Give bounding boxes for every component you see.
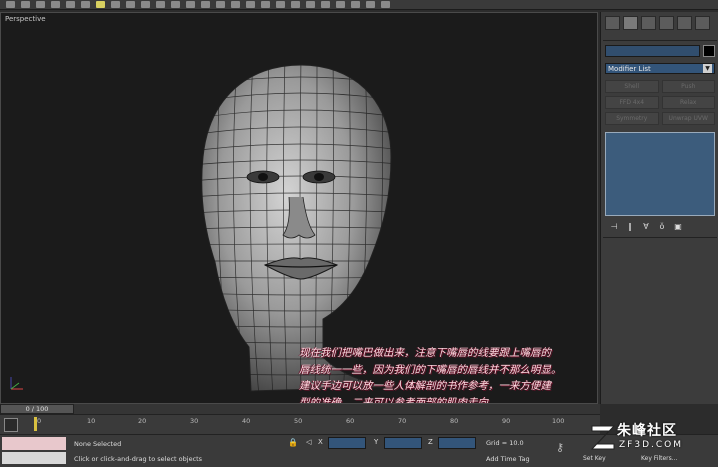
z-label: Z: [428, 438, 433, 446]
grid-size: Grid = 10.0: [486, 439, 524, 447]
watermark-subtitle: ZF3D.COM: [619, 440, 683, 450]
render-frame-icon[interactable]: [366, 1, 375, 8]
tick-label: 60: [346, 417, 355, 425]
site-watermark: 朱峰社区 ZF3D.COM: [587, 420, 718, 460]
y-label: Y: [374, 438, 379, 446]
pivot-icon[interactable]: [201, 1, 210, 8]
bind-icon[interactable]: [66, 1, 75, 8]
select-icon[interactable]: [96, 1, 105, 8]
key-icon[interactable]: ⚷: [556, 441, 564, 454]
tick-label: 0: [37, 417, 42, 425]
motion-tab-icon[interactable]: [659, 16, 674, 30]
select-by-name-icon[interactable]: [111, 1, 120, 8]
schematic-icon[interactable]: [321, 1, 330, 8]
make-unique-icon[interactable]: ∀: [641, 222, 651, 231]
perspective-viewport[interactable]: Perspective 现在我们把嘴巴做出来，注意下嘴唇的线要跟上嘴唇的 唇线统…: [0, 12, 598, 404]
tick-label: 90: [502, 417, 511, 425]
panel-divider: [603, 40, 717, 41]
rectangle-select-icon[interactable]: [126, 1, 135, 8]
percent-snap-icon[interactable]: [246, 1, 255, 8]
watermark-title: 朱峰社区: [617, 423, 677, 439]
curve-editor-icon[interactable]: [306, 1, 315, 8]
annotation-line-2: 唇线统一一些，因为我们的下嘴唇的唇线并不那么明显。: [299, 363, 562, 376]
filter-icon[interactable]: [81, 1, 90, 8]
track-toggle-button[interactable]: [4, 418, 18, 432]
snap-icon[interactable]: [216, 1, 225, 8]
angle-snap-icon[interactable]: [231, 1, 240, 8]
align-icon[interactable]: [276, 1, 285, 8]
track-bar[interactable]: 10 20 30 40 50 60 70 80 90 100 0: [0, 414, 600, 435]
reference-icon[interactable]: [186, 1, 195, 8]
shell-button[interactable]: Shell: [605, 80, 659, 93]
link-icon[interactable]: [36, 1, 45, 8]
redo-icon[interactable]: [21, 1, 30, 8]
tick-label: 80: [450, 417, 459, 425]
modifier-buttons: Shell Push FFD 4x4 Relax Symmetry Unwrap…: [605, 80, 715, 125]
maxscript-input[interactable]: [2, 452, 66, 464]
push-button[interactable]: Push: [661, 80, 715, 93]
prompt-line: Click or click-and-drag to select object…: [74, 455, 203, 463]
render-icon[interactable]: [381, 1, 390, 8]
unwrap-uvw-button[interactable]: Unwrap UVW: [661, 112, 715, 125]
main-toolbar: [0, 0, 718, 10]
lock-icon[interactable]: 🔒: [288, 438, 298, 447]
move-icon[interactable]: [141, 1, 150, 8]
tick-label: 50: [294, 417, 303, 425]
scale-icon[interactable]: [171, 1, 180, 8]
create-tab-icon[interactable]: [605, 16, 620, 30]
pin-stack-icon[interactable]: ⊣: [609, 222, 619, 231]
ffd-button[interactable]: FFD 4x4: [605, 96, 659, 109]
modify-tab-icon[interactable]: [623, 16, 638, 30]
object-name-field[interactable]: [605, 45, 701, 57]
modifier-list-dropdown[interactable]: Modifier List ▼: [605, 63, 715, 74]
x-coordinate-field[interactable]: [328, 437, 366, 449]
tick-label: 20: [138, 417, 147, 425]
remove-modifier-icon[interactable]: ŏ: [657, 222, 667, 231]
tick-label: 70: [398, 417, 407, 425]
configure-sets-icon[interactable]: ▣: [673, 222, 683, 231]
x-label: X: [318, 438, 323, 446]
stack-tools: ⊣ ‖ ∀ ŏ ▣: [609, 222, 713, 231]
utilities-tab-icon[interactable]: [695, 16, 710, 30]
layer-icon[interactable]: [291, 1, 300, 8]
tick-label: 100: [552, 417, 565, 425]
chevron-down-icon[interactable]: ▼: [703, 64, 712, 73]
command-panel: Modifier List ▼ Shell Push FFD 4x4 Relax…: [600, 12, 718, 404]
relax-button[interactable]: Relax: [661, 96, 715, 109]
material-editor-icon[interactable]: [336, 1, 345, 8]
y-coordinate-field[interactable]: [384, 437, 422, 449]
unlink-icon[interactable]: [51, 1, 60, 8]
transform-mode-icon[interactable]: ◁: [306, 438, 311, 446]
show-end-result-icon[interactable]: ‖: [625, 222, 635, 231]
mirror-icon[interactable]: [261, 1, 270, 8]
annotation-line-1: 现在我们把嘴巴做出来，注意下嘴唇的线要跟上嘴唇的: [299, 347, 551, 359]
tick-label: 30: [190, 417, 199, 425]
modifier-list-label: Modifier List: [608, 64, 651, 73]
time-slider[interactable]: 0 / 100: [0, 404, 74, 414]
time-slider-bar[interactable]: 0 / 100: [0, 404, 600, 414]
annotation-text: 现在我们把嘴巴做出来，注意下嘴唇的线要跟上嘴唇的 唇线统一一些，因为我们的下嘴唇…: [299, 345, 597, 404]
undo-icon[interactable]: [6, 1, 15, 8]
z-coordinate-field[interactable]: [438, 437, 476, 449]
panel-divider-bottom: [603, 237, 717, 238]
render-setup-icon[interactable]: [351, 1, 360, 8]
symmetry-button[interactable]: Symmetry: [605, 112, 659, 125]
object-name-row: [605, 45, 715, 57]
display-tab-icon[interactable]: [677, 16, 692, 30]
tick-label: 40: [242, 417, 251, 425]
modifier-stack[interactable]: [605, 132, 715, 216]
object-color-swatch[interactable]: [703, 45, 715, 57]
annotation-line-3: 建议手边可以放一些人体解剖的书作参考，一来方便建: [299, 380, 551, 392]
zf3d-logo-icon: [590, 425, 616, 450]
axis-gizmo: [10, 377, 23, 390]
command-tabs: [601, 12, 718, 34]
maxscript-listener[interactable]: [2, 437, 66, 450]
rotate-icon[interactable]: [156, 1, 165, 8]
annotation-line-4: 型的准确，二来可以参考面部的肌肉走向…: [299, 396, 499, 404]
viewport-label[interactable]: Perspective: [5, 15, 46, 23]
hierarchy-tab-icon[interactable]: [641, 16, 656, 30]
selection-status: None Selected: [74, 440, 122, 448]
add-time-tag[interactable]: Add Time Tag: [486, 455, 530, 463]
tick-label: 10: [87, 417, 96, 425]
